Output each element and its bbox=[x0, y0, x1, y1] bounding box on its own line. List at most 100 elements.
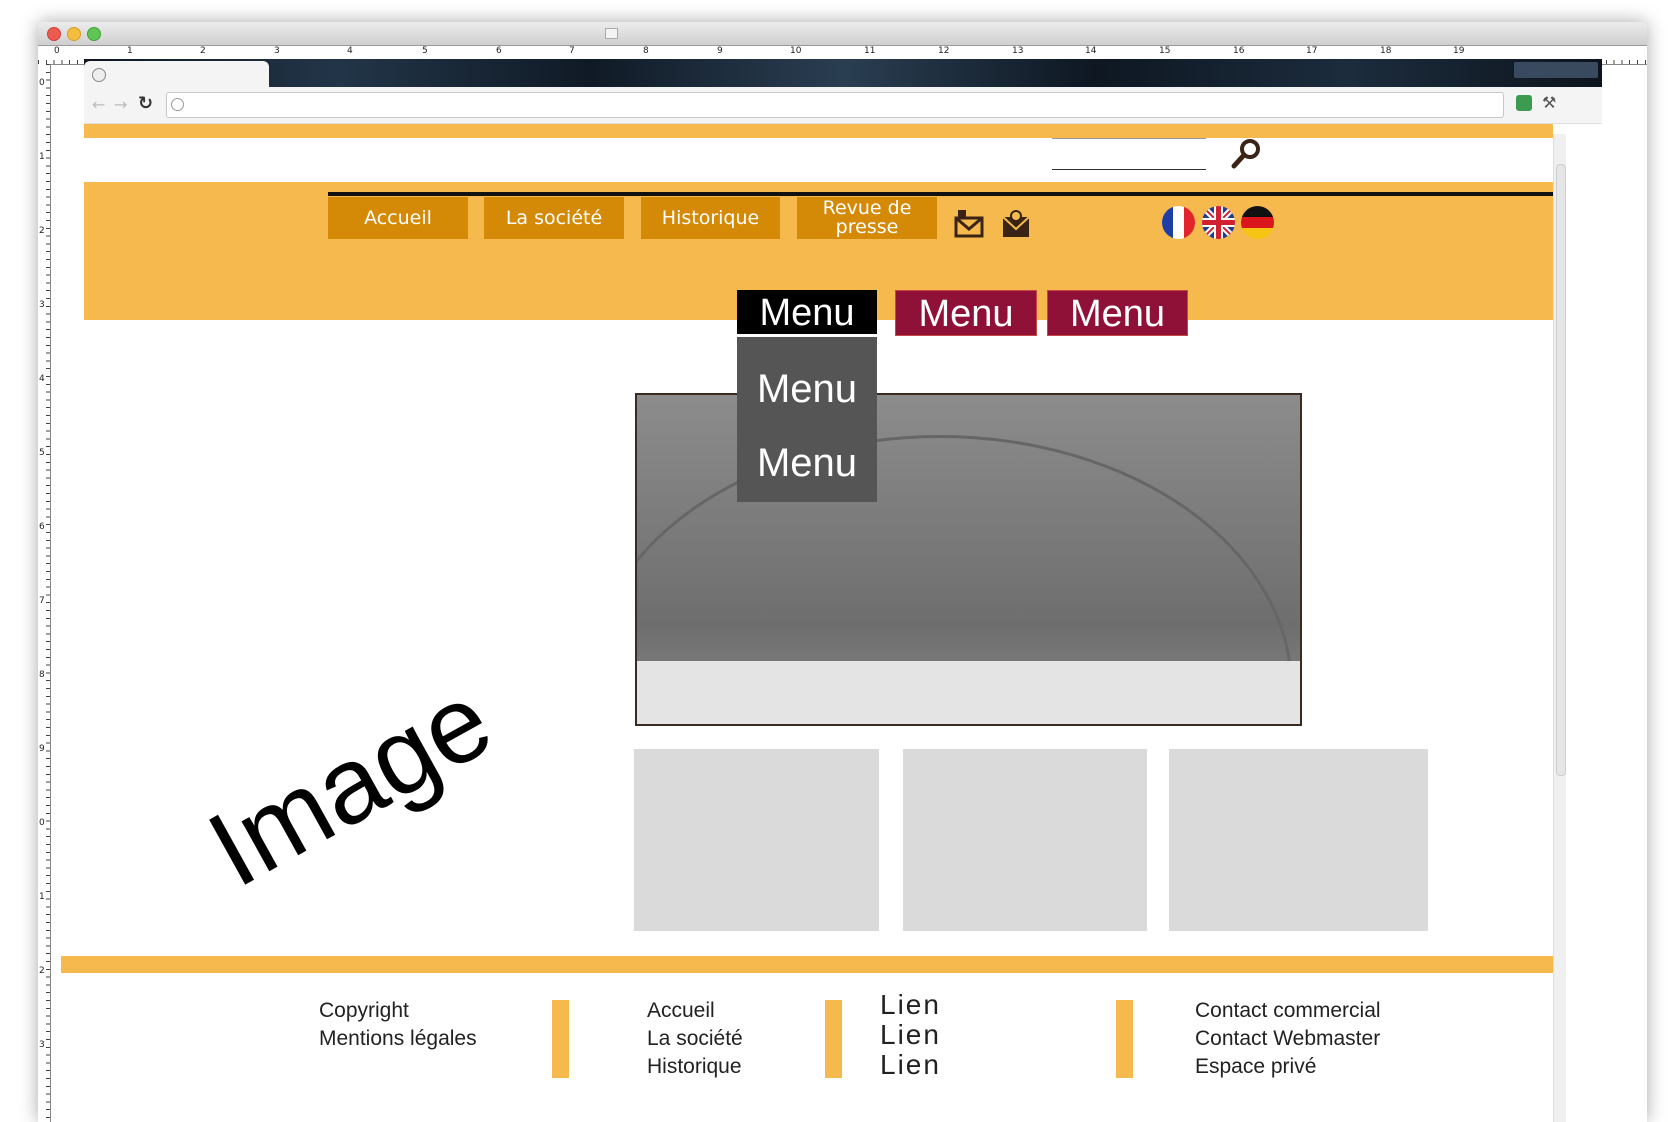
minimize-window-button[interactable] bbox=[67, 27, 81, 41]
content-block bbox=[634, 749, 879, 931]
hero-image bbox=[635, 393, 1302, 726]
footer-link-contact-commercial[interactable]: Contact commercial bbox=[1195, 997, 1381, 1025]
dropdown-item[interactable]: Menu bbox=[737, 441, 877, 486]
document-icon bbox=[605, 28, 618, 39]
content-block bbox=[903, 749, 1147, 931]
ruler-tick-label: 9 bbox=[717, 46, 723, 56]
footer-link[interactable]: Lien bbox=[880, 1050, 941, 1080]
footer-column-pages: Accueil La société Historique bbox=[647, 997, 743, 1081]
ruler-tick-label: 1 bbox=[39, 892, 45, 902]
footer-separator bbox=[1116, 1000, 1133, 1078]
ruler-tick-label: 12 bbox=[938, 46, 950, 56]
uk-flag-icon[interactable] bbox=[1202, 206, 1235, 239]
search-icon[interactable] bbox=[1228, 136, 1264, 172]
nav-divider bbox=[328, 192, 1553, 196]
mail-icon[interactable] bbox=[952, 207, 986, 241]
footer-link-copyright[interactable]: Copyright bbox=[319, 997, 477, 1025]
ruler-tick-label: 19 bbox=[1453, 46, 1465, 56]
browser-tab[interactable] bbox=[84, 61, 269, 87]
hero-image-caption-area bbox=[637, 661, 1300, 724]
ruler-tick-label: 15 bbox=[1159, 46, 1171, 56]
footer-link-accueil[interactable]: Accueil bbox=[647, 997, 743, 1025]
ruler-tick-label: 11 bbox=[864, 46, 876, 56]
ruler-tick-label: 2 bbox=[39, 226, 45, 236]
footer-link-historique[interactable]: Historique bbox=[647, 1053, 743, 1081]
ruler-tick-label: 1 bbox=[39, 152, 45, 162]
nav-societe-button[interactable]: La société bbox=[484, 197, 624, 239]
ruler-tick-label: 14 bbox=[1085, 46, 1097, 56]
ruler-tick-label: 0 bbox=[39, 818, 45, 828]
menu-button-1[interactable]: Menu bbox=[737, 290, 877, 334]
ruler-vertical: 0 1 2 3 4 5 6 7 8 9 0 1 2 3 bbox=[38, 64, 51, 1122]
footer-column-legal: Copyright Mentions légales bbox=[319, 997, 477, 1053]
nav-revue-button[interactable]: Revue de presse bbox=[797, 197, 937, 239]
app-window: 0 1 2 3 4 5 6 7 8 9 10 11 12 13 14 15 16… bbox=[38, 22, 1647, 1122]
search-input[interactable] bbox=[1052, 138, 1206, 170]
page-scrollbar[interactable] bbox=[1553, 134, 1566, 1122]
reload-icon[interactable]: ↻ bbox=[138, 93, 153, 114]
ruler-tick-label: 0 bbox=[39, 78, 45, 88]
zoom-window-button[interactable] bbox=[87, 27, 101, 41]
ruler-tick-label: 3 bbox=[39, 300, 45, 310]
menu-button-3[interactable]: Menu bbox=[1047, 290, 1188, 336]
ruler-tick-label: 7 bbox=[569, 46, 575, 56]
ruler-tick-label: 5 bbox=[422, 46, 428, 56]
close-window-button[interactable] bbox=[47, 27, 61, 41]
image-placeholder-label: Image bbox=[188, 658, 511, 910]
ruler-tick-label: 1 bbox=[127, 46, 133, 56]
ruler-tick-label: 3 bbox=[39, 1040, 45, 1050]
footer-link-espace-prive[interactable]: Espace privé bbox=[1195, 1053, 1381, 1081]
browser-window-controls[interactable] bbox=[1514, 62, 1598, 78]
tab-favicon-icon bbox=[92, 68, 106, 82]
ruler-tick-label: 9 bbox=[39, 744, 45, 754]
ruler-tick-label: 0 bbox=[54, 46, 60, 56]
ruler-tick-label: 10 bbox=[790, 46, 802, 56]
menu-dropdown: Menu Menu bbox=[737, 337, 877, 502]
germany-flag-icon[interactable] bbox=[1241, 206, 1274, 239]
footer-link-contact-webmaster[interactable]: Contact Webmaster bbox=[1195, 1025, 1381, 1053]
ruler-tick-label: 7 bbox=[39, 596, 45, 606]
scrollbar-thumb[interactable] bbox=[1556, 164, 1566, 776]
france-flag-icon[interactable] bbox=[1162, 206, 1195, 239]
content-block bbox=[1169, 749, 1428, 931]
browser-toolbar: ← → ↻ ⚒ bbox=[84, 87, 1602, 124]
footer-column-contact: Contact commercial Contact Webmaster Esp… bbox=[1195, 997, 1381, 1081]
footer-link-mentions[interactable]: Mentions légales bbox=[319, 1025, 477, 1053]
footer-band bbox=[61, 956, 1553, 973]
footer-column-links: Lien Lien Lien bbox=[880, 990, 941, 1080]
footer-link[interactable]: Lien bbox=[880, 990, 941, 1020]
menu-button-2[interactable]: Menu bbox=[895, 290, 1037, 336]
page-icon bbox=[171, 98, 184, 111]
wrench-icon[interactable]: ⚒ bbox=[1542, 93, 1556, 112]
forward-arrow-icon[interactable]: → bbox=[114, 95, 127, 114]
extension-icon[interactable] bbox=[1516, 95, 1532, 111]
nav-revue-label-line2: presse bbox=[835, 216, 899, 238]
address-bar[interactable] bbox=[166, 92, 1504, 118]
header-top-band bbox=[84, 124, 1553, 138]
title-bar bbox=[38, 22, 1647, 46]
ruler-tick-label: 3 bbox=[274, 46, 280, 56]
footer-link[interactable]: Lien bbox=[880, 1020, 941, 1050]
ruler-tick-label: 18 bbox=[1380, 46, 1392, 56]
dropdown-item[interactable]: Menu bbox=[737, 367, 877, 412]
footer-separator bbox=[552, 1000, 569, 1078]
nav-accueil-button[interactable]: Accueil bbox=[328, 197, 468, 239]
ruler-tick-label: 4 bbox=[347, 46, 353, 56]
ruler-tick-label: 6 bbox=[496, 46, 502, 56]
ruler-tick-label: 6 bbox=[39, 522, 45, 532]
back-arrow-icon[interactable]: ← bbox=[92, 95, 105, 114]
ruler-tick-label: 17 bbox=[1306, 46, 1318, 56]
ruler-tick-label: 8 bbox=[643, 46, 649, 56]
email-icon[interactable] bbox=[999, 207, 1033, 241]
ruler-tick-label: 2 bbox=[200, 46, 206, 56]
nav-historique-button[interactable]: Historique bbox=[641, 197, 780, 239]
footer-link-societe[interactable]: La société bbox=[647, 1025, 743, 1053]
ruler-tick-label: 2 bbox=[39, 966, 45, 976]
ruler-tick-label: 13 bbox=[1012, 46, 1024, 56]
ruler-tick-label: 5 bbox=[39, 448, 45, 458]
ruler-tick-label: 8 bbox=[39, 670, 45, 680]
ruler-tick-label: 16 bbox=[1233, 46, 1245, 56]
ruler-tick-label: 4 bbox=[39, 374, 45, 384]
footer-separator bbox=[825, 1000, 842, 1078]
browser-tab-bar bbox=[84, 59, 1602, 87]
